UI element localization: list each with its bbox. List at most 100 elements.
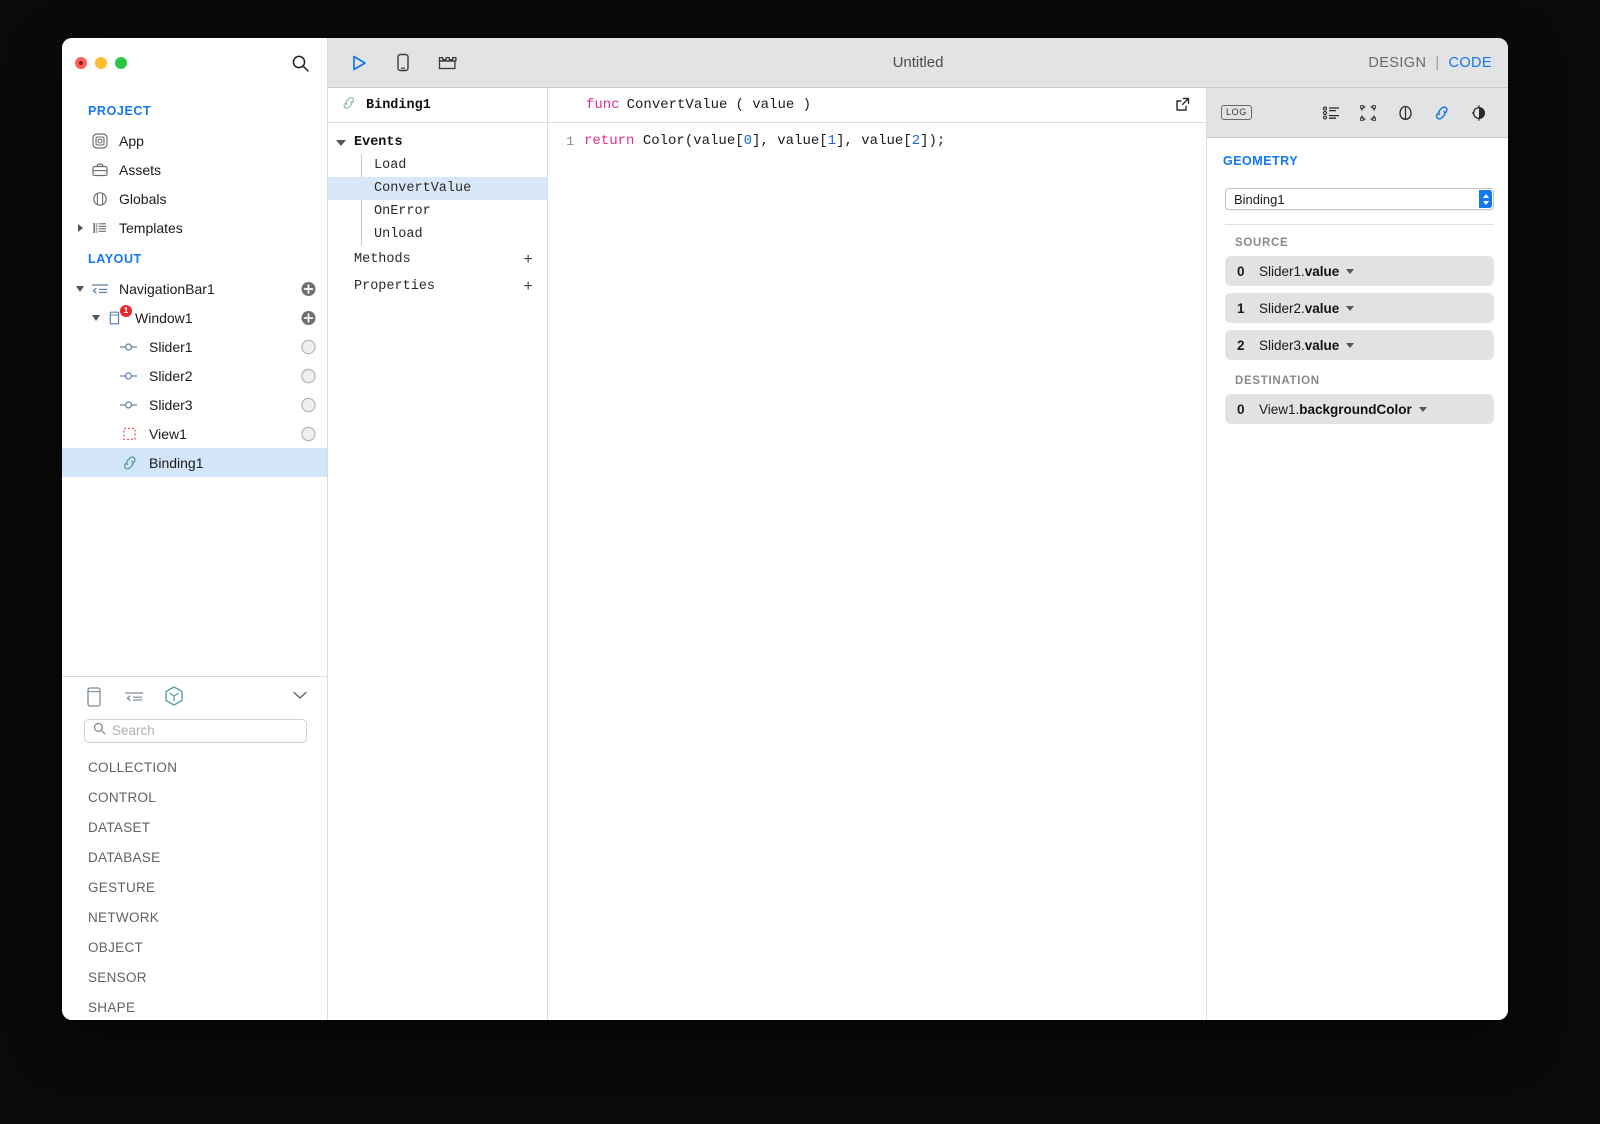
search-input[interactable]: [112, 723, 298, 739]
binding-property: backgroundColor: [1299, 401, 1412, 417]
sidebar-item-globals[interactable]: Globals: [62, 184, 327, 213]
visibility-toggle[interactable]: [301, 339, 316, 354]
search-icon: [93, 722, 106, 740]
library-item-shape[interactable]: SHAPE: [62, 993, 327, 1020]
log-button[interactable]: LOG: [1221, 105, 1252, 120]
source-binding-row[interactable]: 1 Slider2. value: [1225, 293, 1494, 323]
geometry-bounds-icon[interactable]: [1357, 102, 1379, 124]
source-binding-row[interactable]: 2 Slider3. value: [1225, 330, 1494, 360]
zoom-button[interactable]: [115, 57, 127, 69]
window-body: PROJECT App Assets Globals Templates LAY…: [62, 38, 1508, 1020]
chevron-down-icon[interactable]: [291, 688, 309, 706]
line-number: 1: [566, 133, 574, 149]
sidebar-item-navigationbar1[interactable]: NavigationBar1: [62, 274, 327, 303]
tab-code[interactable]: CODE: [1449, 55, 1493, 71]
signature-keyword: func: [586, 97, 620, 113]
mode-switcher: DESIGN | CODE: [1368, 55, 1492, 71]
top-toolbar: Untitled DESIGN | CODE: [328, 38, 1508, 88]
library-item-control[interactable]: CONTROL: [62, 783, 327, 813]
sidebar-item-label: View1: [149, 425, 187, 442]
disclosure-triangle[interactable]: [72, 213, 88, 242]
library-item-collection[interactable]: COLLECTION: [62, 753, 327, 783]
add-method-button[interactable]: +: [523, 252, 533, 268]
sidebar-item-binding1[interactable]: Binding1: [62, 448, 327, 477]
signature-name: ConvertValue: [626, 97, 728, 113]
appearance-icon[interactable]: [1394, 102, 1416, 124]
sidebar-item-templates[interactable]: Templates: [62, 213, 327, 242]
outline-event-onerror[interactable]: OnError: [328, 200, 547, 223]
minimize-button[interactable]: [95, 57, 107, 69]
outline-event-convertvalue[interactable]: ConvertValue: [328, 177, 547, 200]
stepper-up-icon[interactable]: [1482, 193, 1489, 198]
library-item-object[interactable]: OBJECT: [62, 933, 327, 963]
chevron-down-icon[interactable]: [1346, 305, 1355, 311]
open-external-icon[interactable]: [1174, 96, 1192, 114]
slider-icon: [118, 337, 142, 357]
device-preview-icon[interactable]: [390, 50, 416, 76]
list-properties-icon[interactable]: [1320, 102, 1342, 124]
chevron-down-icon[interactable]: [1346, 342, 1355, 348]
sidebar-item-slider3[interactable]: Slider3: [62, 390, 327, 419]
assets-briefcase-icon: [88, 160, 112, 180]
disclosure-triangle[interactable]: [72, 274, 88, 303]
preview-eye-icon[interactable]: [1468, 102, 1490, 124]
outline-section-label: Methods: [354, 252, 411, 267]
binding-select[interactable]: Binding1: [1225, 188, 1494, 210]
search-icon[interactable]: [289, 52, 311, 74]
outline-event-load[interactable]: Load: [328, 154, 547, 177]
visibility-toggle[interactable]: [301, 397, 316, 412]
source-binding-row[interactable]: 0 Slider1. value: [1225, 256, 1494, 286]
library-panel: COLLECTION CONTROL DATASET DATABASE GEST…: [62, 676, 327, 1020]
disclosure-triangle[interactable]: [328, 139, 354, 146]
inspector-select-wrap: Binding1: [1207, 168, 1508, 210]
mode-separator: |: [1435, 54, 1440, 71]
destination-binding-row[interactable]: 0 View1. backgroundColor: [1225, 394, 1494, 424]
code-token-keyword: return: [584, 133, 635, 149]
sidebar-item-slider2[interactable]: Slider2: [62, 361, 327, 390]
widget-blocks-icon[interactable]: [434, 50, 460, 76]
add-child-button[interactable]: [301, 281, 316, 296]
sidebar-item-app[interactable]: App: [62, 126, 327, 155]
sidebar-item-assets[interactable]: Assets: [62, 155, 327, 184]
sidebar-item-window1[interactable]: 1 Window1: [62, 303, 327, 332]
stepper-down-icon[interactable]: [1482, 200, 1489, 205]
library-item-dataset[interactable]: DATASET: [62, 813, 327, 843]
binding-index: 0: [1237, 263, 1245, 279]
code-body[interactable]: 1 return Color(value[0], value[1], value…: [548, 123, 1206, 1020]
binding-index: 2: [1237, 337, 1245, 353]
disclosure-triangle[interactable]: [88, 303, 104, 332]
templates-icon: [88, 218, 112, 238]
visibility-toggle[interactable]: [301, 368, 316, 383]
add-property-button[interactable]: +: [523, 279, 533, 295]
binding-object: Slider1.: [1259, 263, 1305, 279]
sidebar-item-label: Assets: [119, 161, 162, 178]
device-outline-icon[interactable]: [82, 685, 106, 709]
close-button[interactable]: [75, 57, 87, 69]
outline-section-events[interactable]: Events: [328, 131, 547, 154]
bindings-link-icon[interactable]: [1431, 102, 1453, 124]
sidebar-item-label: Binding1: [149, 454, 204, 471]
sidebar-item-slider1[interactable]: Slider1: [62, 332, 327, 361]
visibility-toggle[interactable]: [301, 426, 316, 441]
tab-design[interactable]: DESIGN: [1368, 55, 1426, 71]
left-sidebar: PROJECT App Assets Globals Templates LAY…: [62, 38, 328, 1020]
outline-event-unload[interactable]: Unload: [328, 223, 547, 246]
outline-section-properties[interactable]: Properties +: [328, 273, 547, 300]
hexagon-object-icon[interactable]: [162, 685, 186, 709]
library-item-sensor[interactable]: SENSOR: [62, 963, 327, 993]
search-field[interactable]: [84, 718, 307, 743]
sidebar-item-view1[interactable]: View1: [62, 419, 327, 448]
chevron-down-icon[interactable]: [1346, 268, 1355, 274]
source-section-label: SOURCE: [1235, 237, 1289, 249]
code-line-content: return Color(value[0], value[1], value[2…: [584, 133, 945, 149]
add-child-button[interactable]: [301, 310, 316, 325]
library-item-network[interactable]: NETWORK: [62, 903, 327, 933]
chevron-down-icon[interactable]: [1418, 406, 1427, 412]
library-item-database[interactable]: DATABASE: [62, 843, 327, 873]
stepper-control[interactable]: [1479, 190, 1492, 208]
play-icon[interactable]: [346, 50, 372, 76]
library-item-gesture[interactable]: GESTURE: [62, 873, 327, 903]
code-editor-pane: func ConvertValue ( value ) 1 return Col…: [548, 88, 1206, 1020]
navbar-icon[interactable]: [122, 685, 146, 709]
outline-section-methods[interactable]: Methods +: [328, 246, 547, 273]
